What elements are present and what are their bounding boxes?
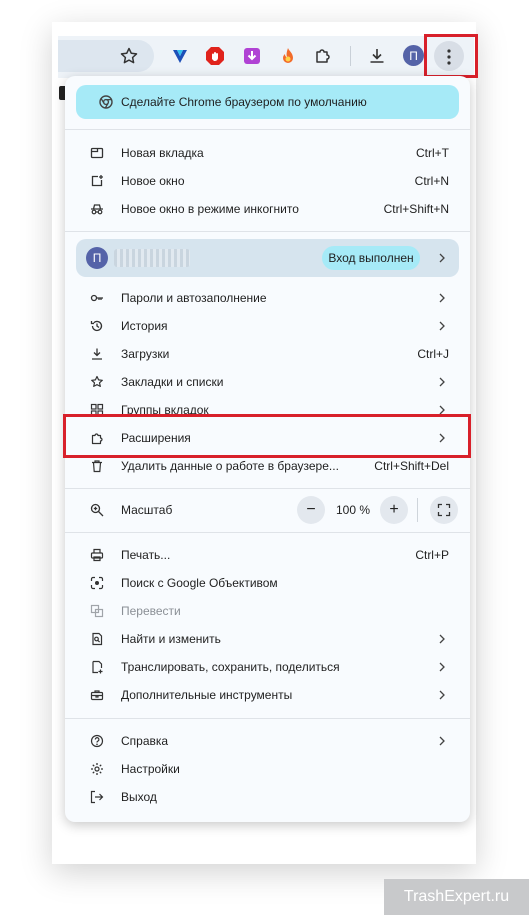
menu-item-label: Новая вкладка <box>121 146 204 160</box>
menu-item-label: Настройки <box>121 762 180 776</box>
toolbox-icon <box>89 687 105 703</box>
history-icon <box>89 318 105 334</box>
incognito-icon <box>89 201 105 217</box>
menu-item-bookmarks[interactable]: Закладки и списки <box>65 368 470 396</box>
menu-item-google-lens[interactable]: Поиск с Google Объективом <box>65 569 470 597</box>
menu-item-label: Найти и изменить <box>121 632 221 646</box>
zoom-in-button[interactable]: + <box>380 496 408 524</box>
menu-item-new-tab[interactable]: Новая вкладка Ctrl+T <box>65 139 470 167</box>
print-icon <box>89 547 105 563</box>
shortcut-label: Ctrl+T <box>416 146 449 160</box>
find-icon <box>89 631 105 647</box>
menu-item-history[interactable]: История <box>65 312 470 340</box>
zoom-label: Масштаб <box>121 503 173 517</box>
fullscreen-button[interactable] <box>430 496 458 524</box>
zoom-value: 100 % <box>336 503 371 517</box>
shortcut-label: Ctrl+J <box>417 347 449 361</box>
profile-avatar: П <box>86 247 108 269</box>
zoom-out-button[interactable]: − <box>297 496 325 524</box>
menu-item-translate: Перевести <box>65 597 470 625</box>
lens-icon <box>89 575 105 591</box>
menu-item-help[interactable]: Справка <box>65 727 470 755</box>
chevron-right-icon <box>439 321 445 331</box>
default-browser-banner[interactable]: Сделайте Chrome браузером по умолчанию <box>76 85 459 119</box>
banner-label: Сделайте Chrome браузером по умолчанию <box>121 95 367 109</box>
shortcut-label: Ctrl+P <box>415 548 449 562</box>
chevron-right-icon <box>439 690 445 700</box>
watermark: TrashExpert.ru <box>384 879 529 915</box>
toolbar-separator <box>350 46 351 66</box>
menu-item-downloads[interactable]: Загрузки Ctrl+J <box>65 340 470 368</box>
menu-item-label: Выход <box>121 790 157 804</box>
shortcut-label: Ctrl+N <box>414 174 449 188</box>
star-icon <box>89 374 105 390</box>
menu-item-label: Загрузки <box>121 347 170 361</box>
zoom-icon <box>89 502 105 518</box>
menu-item-label: Печать... <box>121 548 171 562</box>
menu-item-label: История <box>121 319 168 333</box>
menu-item-passwords[interactable]: Пароли и автозаполнение <box>65 284 470 312</box>
menu-item-incognito[interactable]: Новое окно в режиме инкогнито Ctrl+Shift… <box>65 195 470 223</box>
menu-item-label: Поиск с Google Объективом <box>121 576 278 590</box>
menu-item-exit[interactable]: Выход <box>65 783 470 811</box>
menu-item-label: Перевести <box>121 604 181 618</box>
download-icon <box>89 346 105 362</box>
adblock-extension-icon[interactable] <box>203 44 227 68</box>
menu-item-label: Транслировать, сохранить, поделиться <box>121 660 340 674</box>
menu-item-label: Закладки и списки <box>121 375 224 389</box>
menu-item-label: Новое окно <box>121 174 185 188</box>
menu-item-settings[interactable]: Настройки <box>65 755 470 783</box>
cast-icon <box>89 659 105 675</box>
chevron-right-icon <box>439 662 445 672</box>
chevron-right-icon <box>439 253 445 263</box>
star-icon[interactable] <box>117 44 141 68</box>
fullscreen-icon <box>437 503 451 517</box>
shortcut-label: Ctrl+Shift+N <box>383 202 449 216</box>
chevron-right-icon <box>439 377 445 387</box>
puzzle-icon[interactable] <box>311 44 335 68</box>
chevron-right-icon <box>439 293 445 303</box>
exit-icon <box>89 789 105 805</box>
new-window-icon <box>89 173 105 189</box>
menu-item-more-tools[interactable]: Дополнительные инструменты <box>65 681 470 709</box>
menu-item-label: Справка <box>121 734 169 748</box>
vpn-extension-icon[interactable] <box>168 44 192 68</box>
menu-divider <box>65 532 470 533</box>
profile-row[interactable]: П Вход выполнен <box>76 239 459 277</box>
zoom-row: Масштаб − 100 % + <box>65 496 470 524</box>
key-icon <box>89 290 105 306</box>
chrome-icon <box>99 95 113 109</box>
highlight-menu-button <box>424 34 478 78</box>
highlight-extensions <box>63 414 471 458</box>
menu-item-print[interactable]: Печать... Ctrl+P <box>65 541 470 569</box>
menu-item-label: Удалить данные о работе в браузере... <box>121 459 339 473</box>
menu-divider <box>65 231 470 232</box>
menu-item-cast-save-share[interactable]: Транслировать, сохранить, поделиться <box>65 653 470 681</box>
menu-item-label: Новое окно в режиме инкогнито <box>121 202 299 216</box>
profile-avatar[interactable]: П <box>403 45 424 66</box>
menu-divider <box>65 129 470 130</box>
menu-item-new-window[interactable]: Новое окно Ctrl+N <box>65 167 470 195</box>
chevron-right-icon <box>439 736 445 746</box>
trash-icon <box>89 458 105 474</box>
save-extension-icon[interactable] <box>240 44 264 68</box>
new-tab-icon <box>89 145 105 161</box>
menu-item-find[interactable]: Найти и изменить <box>65 625 470 653</box>
zoom-separator <box>417 498 418 522</box>
menu-item-label: Пароли и автозаполнение <box>121 291 267 305</box>
fire-extension-icon[interactable] <box>276 44 300 68</box>
help-icon <box>89 733 105 749</box>
menu-item-label: Дополнительные инструменты <box>121 688 293 702</box>
gear-icon <box>89 761 105 777</box>
chevron-right-icon <box>439 634 445 644</box>
translate-icon <box>89 603 105 619</box>
download-icon[interactable] <box>365 44 389 68</box>
menu-divider <box>65 718 470 719</box>
blurred-profile-name <box>114 249 190 267</box>
signed-in-badge[interactable]: Вход выполнен <box>322 246 420 270</box>
shortcut-label: Ctrl+Shift+Del <box>374 459 449 473</box>
menu-divider <box>65 488 470 489</box>
